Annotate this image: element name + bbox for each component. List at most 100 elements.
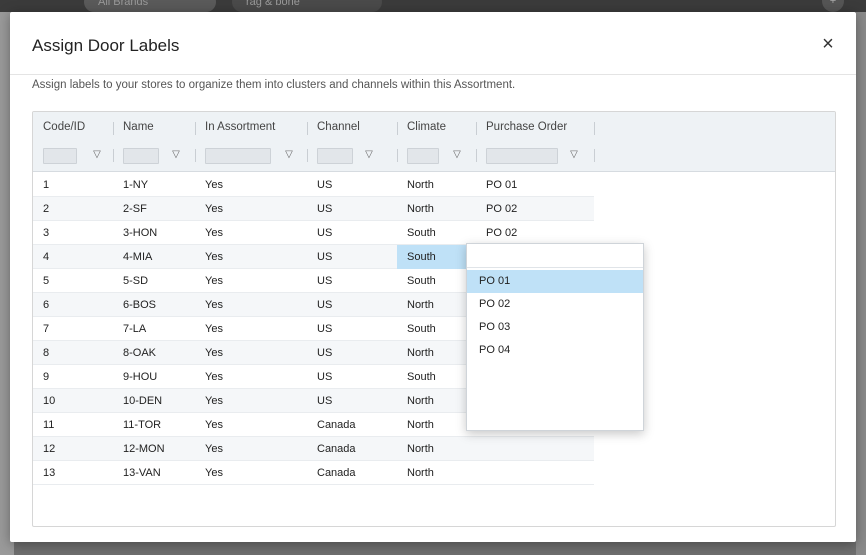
cell-purchase-order[interactable]: PO 01	[476, 173, 594, 197]
cell-channel[interactable]: US	[307, 269, 397, 293]
cell-name[interactable]: 2-SF	[113, 197, 195, 221]
filter-input-name[interactable]	[123, 148, 159, 164]
cell-channel[interactable]: US	[307, 365, 397, 389]
cell-name[interactable]: 4-MIA	[113, 245, 195, 269]
cell-channel[interactable]: US	[307, 317, 397, 341]
cell-purchase-order[interactable]: PO 02	[476, 197, 594, 221]
filter-icon[interactable]: ▽	[91, 147, 103, 163]
cell-climate[interactable]: North	[397, 173, 476, 197]
cell-code-id[interactable]: 8	[33, 341, 113, 365]
table-row[interactable]: 13 13-VAN Yes Canada North	[33, 461, 594, 485]
cell-code-id[interactable]: 6	[33, 293, 113, 317]
filter-icon[interactable]: ▽	[568, 147, 580, 163]
cell-in-assortment[interactable]: Yes	[195, 389, 307, 413]
cell-climate[interactable]: North	[397, 413, 476, 437]
filter-icon[interactable]: ▽	[363, 147, 375, 163]
cell-in-assortment[interactable]: Yes	[195, 293, 307, 317]
dropdown-option[interactable]: PO 02	[467, 293, 643, 316]
cell-channel[interactable]: Canada	[307, 461, 397, 485]
filter-input-code-id[interactable]	[43, 148, 77, 164]
table-row[interactable]: 3 3-HON Yes US South PO 02	[33, 221, 594, 245]
column-header-channel[interactable]: Channel	[307, 112, 397, 142]
cell-name[interactable]: 5-SD	[113, 269, 195, 293]
cell-climate[interactable]: South	[397, 221, 476, 245]
column-header-climate[interactable]: Climate	[397, 112, 476, 142]
cell-climate[interactable]: South	[397, 269, 476, 293]
table-row[interactable]: 2 2-SF Yes US North PO 02	[33, 197, 594, 221]
cell-name[interactable]: 1-NY	[113, 173, 195, 197]
cell-channel[interactable]: US	[307, 245, 397, 269]
cell-channel[interactable]: Canada	[307, 437, 397, 461]
cell-channel[interactable]: US	[307, 221, 397, 245]
cell-in-assortment[interactable]: Yes	[195, 317, 307, 341]
cell-name[interactable]: 11-TOR	[113, 413, 195, 437]
cell-climate[interactable]: North	[397, 197, 476, 221]
cell-in-assortment[interactable]: Yes	[195, 197, 307, 221]
cell-name[interactable]: 13-VAN	[113, 461, 195, 485]
filter-icon[interactable]: ▽	[170, 147, 182, 163]
cell-name[interactable]: 9-HOU	[113, 365, 195, 389]
cell-code-id[interactable]: 12	[33, 437, 113, 461]
cell-in-assortment[interactable]: Yes	[195, 221, 307, 245]
filter-input-purchase-order[interactable]	[486, 148, 558, 164]
cell-in-assortment[interactable]: Yes	[195, 245, 307, 269]
column-header-code-id[interactable]: Code/ID	[33, 112, 113, 142]
cell-channel[interactable]: US	[307, 173, 397, 197]
filter-input-channel[interactable]	[317, 148, 353, 164]
cell-code-id[interactable]: 3	[33, 221, 113, 245]
cell-climate[interactable]: North	[397, 389, 476, 413]
cell-climate[interactable]: South	[397, 365, 476, 389]
cell-climate[interactable]: North	[397, 461, 476, 485]
cell-name[interactable]: 10-DEN	[113, 389, 195, 413]
cell-purchase-order[interactable]: PO 02	[476, 221, 594, 245]
cell-code-id[interactable]: 13	[33, 461, 113, 485]
table-row[interactable]: 12 12-MON Yes Canada North	[33, 437, 594, 461]
cell-name[interactable]: 8-OAK	[113, 341, 195, 365]
cell-in-assortment[interactable]: Yes	[195, 461, 307, 485]
cell-channel[interactable]: US	[307, 341, 397, 365]
cell-code-id[interactable]: 7	[33, 317, 113, 341]
cell-channel[interactable]: US	[307, 293, 397, 317]
cell-channel[interactable]: US	[307, 197, 397, 221]
dropdown-option[interactable]: PO 01	[467, 270, 643, 293]
cell-purchase-order[interactable]	[476, 437, 594, 461]
close-icon[interactable]: ×	[818, 34, 838, 54]
dropdown-option[interactable]: PO 03	[467, 316, 643, 339]
cell-name[interactable]: 3-HON	[113, 221, 195, 245]
cell-code-id[interactable]: 2	[33, 197, 113, 221]
filter-icon[interactable]: ▽	[283, 147, 295, 163]
cell-in-assortment[interactable]: Yes	[195, 173, 307, 197]
cell-climate[interactable]: North	[397, 293, 476, 317]
cell-code-id[interactable]: 4	[33, 245, 113, 269]
cell-climate[interactable]: North	[397, 437, 476, 461]
cell-climate[interactable]: North	[397, 341, 476, 365]
cell-code-id[interactable]: 9	[33, 365, 113, 389]
dropdown-search-input[interactable]	[467, 244, 643, 268]
cell-in-assortment[interactable]: Yes	[195, 269, 307, 293]
cell-climate[interactable]: South	[397, 317, 476, 341]
cell-purchase-order[interactable]	[476, 461, 594, 485]
cell-channel[interactable]: US	[307, 389, 397, 413]
cell-channel[interactable]: Canada	[307, 413, 397, 437]
cell-in-assortment[interactable]: Yes	[195, 341, 307, 365]
cell-in-assortment[interactable]: Yes	[195, 437, 307, 461]
filter-input-climate[interactable]	[407, 148, 439, 164]
cell-name[interactable]: 6-BOS	[113, 293, 195, 317]
dropdown-option[interactable]: PO 04	[467, 339, 643, 362]
cell-code-id[interactable]: 10	[33, 389, 113, 413]
cell-name[interactable]: 7-LA	[113, 317, 195, 341]
cell-code-id[interactable]: 11	[33, 413, 113, 437]
column-header-purchase-order[interactable]: Purchase Order	[476, 112, 594, 142]
filter-icon[interactable]: ▽	[451, 147, 463, 163]
cell-climate[interactable]: South	[397, 245, 476, 269]
column-header-name[interactable]: Name	[113, 112, 195, 142]
filter-input-in-assortment[interactable]	[205, 148, 271, 164]
column-resize-handle[interactable]	[594, 122, 595, 135]
cell-code-id[interactable]: 5	[33, 269, 113, 293]
purchase-order-dropdown[interactable]: PO 01 PO 02 PO 03 PO 04	[466, 243, 644, 431]
cell-name[interactable]: 12-MON	[113, 437, 195, 461]
table-row[interactable]: 1 1-NY Yes US North PO 01	[33, 173, 594, 197]
cell-in-assortment[interactable]: Yes	[195, 413, 307, 437]
cell-code-id[interactable]: 1	[33, 173, 113, 197]
cell-in-assortment[interactable]: Yes	[195, 365, 307, 389]
